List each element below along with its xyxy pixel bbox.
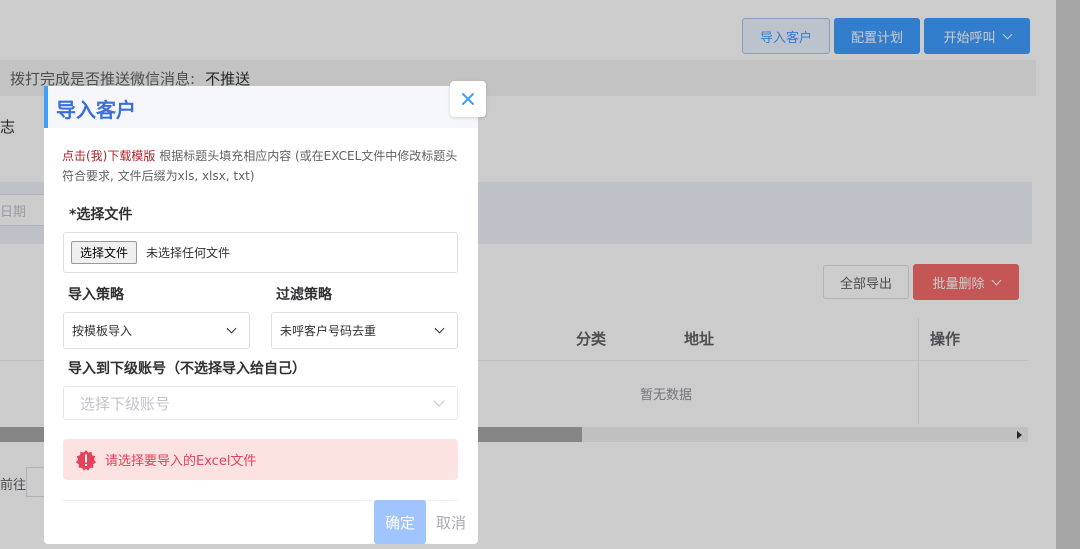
chevron-down-icon xyxy=(434,323,445,334)
download-template-link[interactable]: 点击(我)下载模版 xyxy=(62,149,155,163)
error-badge-icon xyxy=(76,449,96,471)
close-icon xyxy=(462,93,474,105)
sub-account-placeholder: 选择下级账号 xyxy=(80,394,171,413)
filter-strategy-select[interactable]: 未呼客户号码去重 xyxy=(271,312,458,349)
choose-file-button[interactable]: 选择文件 xyxy=(71,241,138,264)
dialog-close-button[interactable] xyxy=(450,81,486,117)
no-file-selected-text: 未选择任何文件 xyxy=(146,246,231,260)
import-strategy-select[interactable]: 按模板导入 xyxy=(63,312,250,349)
import-strategy-value: 按模板导入 xyxy=(72,324,133,338)
import-strategy-label: 导入策略 xyxy=(68,287,124,303)
filter-strategy-label: 过滤策略 xyxy=(276,287,332,303)
error-alert: 请选择要导入的Excel文件 xyxy=(63,439,458,480)
dialog-header: 导入客户 xyxy=(44,86,478,128)
file-label: *选择文件 xyxy=(69,207,133,223)
dialog-hint: 点击(我)下载模版 根据标题头填充相应内容 (或在EXCEL文件中修改标题头符合… xyxy=(62,146,466,186)
chevron-down-icon xyxy=(226,323,237,334)
chevron-down-icon xyxy=(433,395,445,407)
sub-account-label: 导入到下级账号（不选择导入给自己） xyxy=(68,361,306,377)
import-customers-dialog: 导入客户 点击(我)下载模版 根据标题头填充相应内容 (或在EXCEL文件中修改… xyxy=(44,86,478,544)
filter-strategy-value: 未呼客户号码去重 xyxy=(280,324,377,338)
dialog-title: 导入客户 xyxy=(56,98,136,122)
dialog-header-accent xyxy=(44,86,48,128)
cancel-button[interactable]: 取消 xyxy=(436,512,466,533)
confirm-button[interactable]: 确定 xyxy=(374,500,426,544)
error-alert-text: 请选择要导入的Excel文件 xyxy=(105,454,257,469)
sub-account-select[interactable]: 选择下级账号 xyxy=(63,386,458,420)
file-upload-field[interactable]: 选择文件 未选择任何文件 xyxy=(63,232,458,273)
